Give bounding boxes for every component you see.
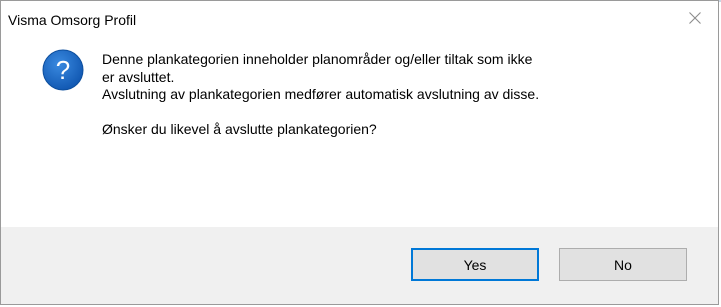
message-dialog: Visma Omsorg Profil ? Denne plankategori…: [0, 0, 719, 305]
dialog-message: Denne plankategorien inneholder planområ…: [102, 51, 682, 139]
no-button[interactable]: No: [559, 248, 687, 281]
message-line: er avsluttet.: [102, 68, 175, 85]
svg-text:?: ?: [56, 55, 70, 85]
message-line: Avslutning av plankategorien medfører au…: [102, 86, 540, 102]
message-line: Ønsker du likevel å avslutte plankategor…: [102, 121, 377, 137]
close-icon: [689, 12, 701, 24]
yes-button[interactable]: Yes: [411, 248, 539, 281]
window-title: Visma Omsorg Profil: [8, 12, 137, 28]
message-line: Denne plankategorien inneholder planområ…: [102, 51, 533, 67]
close-button[interactable]: [672, 1, 718, 35]
question-icon: ?: [42, 49, 84, 91]
button-bar: Yes No: [1, 227, 718, 304]
title-bar: Visma Omsorg Profil: [1, 1, 718, 35]
